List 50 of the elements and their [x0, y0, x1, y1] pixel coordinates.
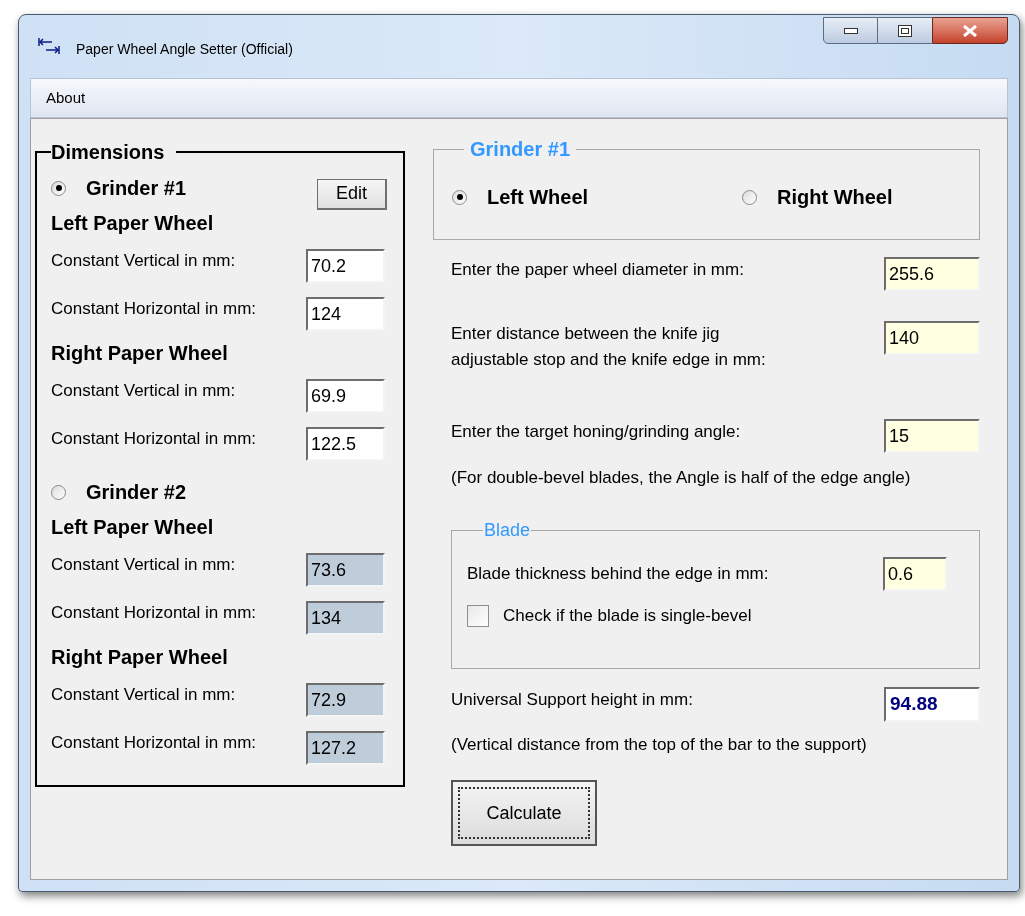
section-heading: Right Paper Wheel	[51, 341, 228, 366]
group-title: Grinder #1	[469, 139, 572, 159]
field-label: Enter distance between the knife jig adjustable stop and the knife edge in mm:	[451, 323, 767, 371]
number-field[interactable]: 124	[306, 297, 385, 331]
result-field: 94.88	[884, 687, 980, 722]
field-label: Constant Horizontal in mm:	[51, 732, 257, 755]
field-label: Constant Vertical in mm:	[51, 380, 236, 403]
field-label: Universal Support height in mm:	[451, 689, 693, 711]
field-label: Constant Horizontal in mm:	[51, 602, 257, 625]
checkbox[interactable]	[467, 604, 489, 627]
group-title: Dimensions	[51, 142, 166, 162]
radio-label[interactable]: Left Wheel	[487, 182, 589, 212]
field-label: Enter the paper wheel diameter in mm:	[451, 259, 745, 281]
field-label: Constant Horizontal in mm:	[51, 298, 257, 321]
hint-text: (Vertical distance from the top of the bar to the support)	[451, 734, 868, 756]
number-field[interactable]: 15	[884, 419, 980, 453]
maximize-icon	[898, 24, 912, 37]
field-label: Constant Vertical in mm:	[51, 684, 236, 707]
close-icon	[962, 24, 978, 37]
number-field[interactable]: 140	[884, 321, 980, 355]
menu-item[interactable]: About	[46, 86, 86, 110]
field-label: Constant Vertical in mm:	[51, 250, 236, 273]
calculate-button[interactable]: Calculate	[451, 780, 597, 846]
minimize-button[interactable]	[823, 17, 878, 44]
hint-text: (For double-bevel blades, the Angle is half of the edge angle)	[451, 467, 912, 489]
section-heading: Right Paper Wheel	[51, 645, 228, 670]
group-title: Blade	[483, 521, 532, 539]
window-title: Paper Wheel Angle Setter (Official)	[76, 40, 293, 59]
field-label: Constant Vertical in mm:	[51, 554, 236, 577]
minimize-icon	[843, 27, 858, 34]
number-field[interactable]: 122.5	[306, 427, 385, 461]
radio-label[interactable]: Grinder #1	[86, 173, 187, 203]
edit-button[interactable]: Edit	[317, 178, 387, 210]
section-heading: Left Paper Wheel	[51, 515, 214, 540]
number-field[interactable]: 255.6	[884, 257, 980, 291]
field-label: Constant Horizontal in mm:	[51, 428, 257, 451]
app-icon	[38, 37, 60, 55]
checkbox-label[interactable]: Check if the blade is single-bevel	[503, 603, 752, 629]
radio-label[interactable]: Right Wheel	[777, 182, 893, 212]
field-label: Blade thickness behind the edge in mm:	[467, 563, 769, 586]
radio-button[interactable]	[51, 180, 66, 196]
number-field[interactable]: 0.6	[883, 557, 947, 591]
field-label: Enter the target honing/grinding angle:	[451, 421, 742, 443]
maximize-button[interactable]	[878, 17, 932, 44]
number-field[interactable]: 69.9	[306, 379, 385, 413]
radio-button[interactable]	[452, 189, 467, 205]
radio-button[interactable]	[742, 189, 757, 205]
section-heading: Left Paper Wheel	[51, 211, 214, 236]
close-button[interactable]	[932, 17, 1008, 44]
number-field[interactable]: 70.2	[306, 249, 385, 283]
